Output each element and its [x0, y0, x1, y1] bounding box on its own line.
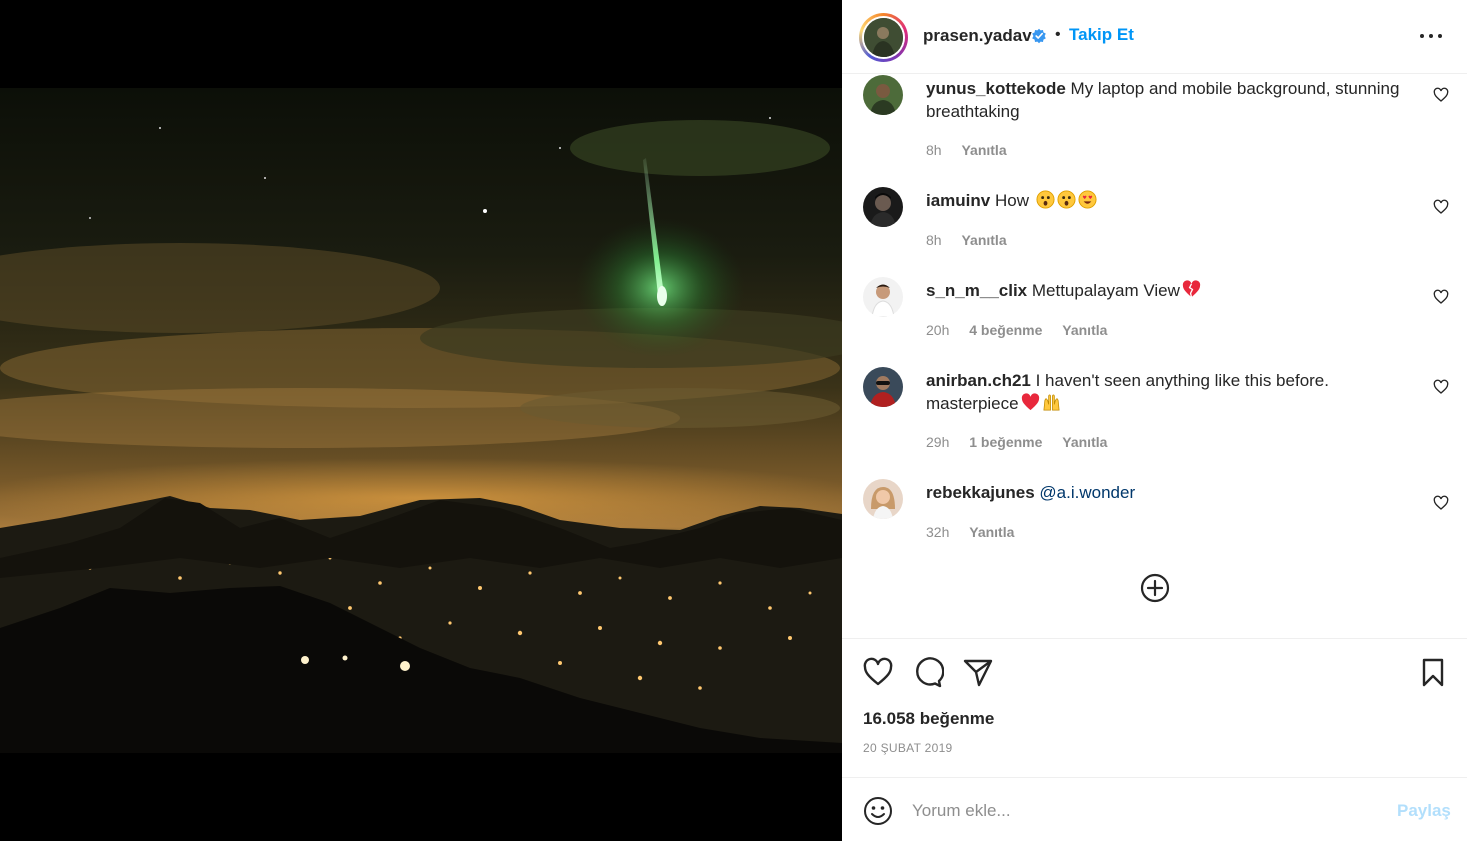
comment-input[interactable] [912, 796, 1382, 826]
owner-avatar-image [864, 18, 903, 57]
comment-time: 8h [926, 232, 942, 248]
heart-eyes-face-icon [1078, 190, 1097, 209]
commenter-avatar[interactable] [863, 277, 903, 317]
comment-likes-count[interactable]: 4 beğenme [969, 322, 1042, 338]
comment-content: How [994, 191, 1029, 210]
load-more-comments-icon[interactable] [1139, 572, 1171, 604]
likes-count[interactable]: 16.058 beğenme [863, 709, 994, 729]
comment-time: 29h [926, 434, 950, 450]
reply-button[interactable]: Yanıtla [1062, 322, 1107, 338]
red-heart-icon [1021, 393, 1039, 411]
comment-text: rebekkajunes @a.i.wonder [926, 481, 1416, 504]
header-separator: • [1055, 26, 1061, 43]
comment-like-heart-icon[interactable] [1433, 199, 1449, 215]
more-options-icon[interactable] [1420, 34, 1442, 40]
astonished-face-icon [1036, 190, 1055, 209]
comment-meta: 32h Yanıtla [926, 524, 1030, 540]
commenter-avatar[interactable] [863, 367, 903, 407]
post-header: prasen.yadav • Takip Et [842, 0, 1467, 74]
reply-button[interactable]: Yanıtla [1062, 434, 1107, 450]
comment-username[interactable]: s_n_m__clix [926, 281, 1027, 300]
raising-hands-icon [1043, 394, 1060, 411]
post-date: 20 ŞUBAT 2019 [863, 741, 953, 755]
commenter-avatar[interactable] [863, 187, 903, 227]
follow-button[interactable]: Takip Et [1069, 25, 1134, 45]
owner-username[interactable]: prasen.yadav [923, 26, 1032, 46]
astonished-face-icon [1057, 190, 1076, 209]
comment-composer: Paylaş [842, 777, 1467, 841]
share-paper-plane-icon[interactable] [962, 656, 994, 688]
post-side-panel: prasen.yadav • Takip Et yunus_kottekode … [842, 0, 1467, 841]
reply-button[interactable]: Yanıtla [969, 524, 1014, 540]
comment-username[interactable]: rebekkajunes [926, 483, 1035, 502]
emoji-smiley-icon[interactable] [863, 796, 893, 826]
comment-mention-link[interactable]: @a.i.wonder [1039, 483, 1135, 502]
save-bookmark-icon[interactable] [1417, 656, 1449, 688]
commenter-avatar[interactable] [863, 75, 903, 115]
comment-meta: 8h Yanıtla [926, 142, 1023, 158]
comment-time: 20h [926, 322, 950, 338]
comment-like-heart-icon[interactable] [1433, 87, 1449, 103]
comment-bubble-icon[interactable] [912, 656, 944, 688]
owner-avatar[interactable] [859, 13, 908, 62]
comment-like-heart-icon[interactable] [1433, 495, 1449, 511]
like-heart-icon[interactable] [862, 656, 894, 688]
post-photo[interactable] [0, 88, 842, 753]
reply-button[interactable]: Yanıtla [961, 232, 1006, 248]
comment-text: yunus_kottekode My laptop and mobile bac… [926, 77, 1416, 123]
comment-content: Mettupalayam View [1031, 281, 1180, 300]
reply-button[interactable]: Yanıtla [961, 142, 1006, 158]
comment-username[interactable]: iamuinv [926, 191, 990, 210]
comment-like-heart-icon[interactable] [1433, 379, 1449, 395]
comment-text: iamuinv How [926, 189, 1416, 212]
comments-list[interactable]: yunus_kottekode My laptop and mobile bac… [842, 75, 1467, 637]
comment-likes-count[interactable]: 1 beğenme [969, 434, 1042, 450]
broken-heart-icon [1182, 280, 1201, 298]
post-media [0, 0, 842, 841]
comment-text: s_n_m__clix Mettupalayam View [926, 279, 1416, 302]
comment-username[interactable]: anirban.ch21 [926, 371, 1031, 390]
comment-like-heart-icon[interactable] [1433, 289, 1449, 305]
post-comment-button[interactable]: Paylaş [1397, 801, 1451, 821]
comment-meta: 20h 4 beğenme Yanıtla [926, 322, 1123, 338]
comment-text: anirban.ch21 I haven't seen anything lik… [926, 369, 1416, 415]
comment-meta: 29h 1 beğenme Yanıtla [926, 434, 1123, 450]
verified-badge-icon [1032, 28, 1046, 44]
comment-username[interactable]: yunus_kottekode [926, 79, 1066, 98]
comment-time: 32h [926, 524, 950, 540]
comment-meta: 8h Yanıtla [926, 232, 1023, 248]
commenter-avatar[interactable] [863, 479, 903, 519]
post-actions: 16.058 beğenme 20 ŞUBAT 2019 [842, 638, 1467, 776]
comment-time: 8h [926, 142, 942, 158]
